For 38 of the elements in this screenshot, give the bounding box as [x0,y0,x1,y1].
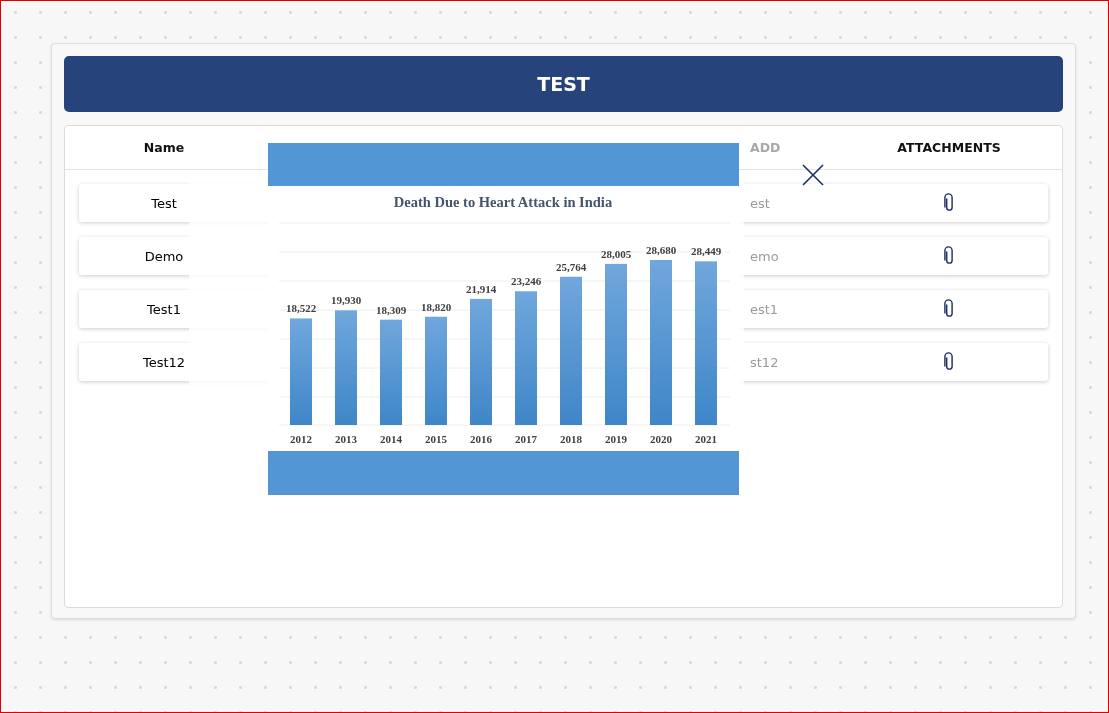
axis-label: 2013 [335,433,357,445]
column-header: Name [143,140,185,155]
column-header: ATTACHMENTS [897,140,1001,155]
data-label: 18,820 [420,300,452,313]
data-label: 28,680 [645,244,677,256]
data-label: 21,914 [465,282,497,295]
data-label: 18,309 [375,303,407,316]
paperclip-icon[interactable] [943,245,955,267]
add-cell-text: est [749,195,770,211]
axis-label: 2021 [695,433,717,445]
axis-label: 2020 [650,433,672,445]
axis-label: 2017 [515,433,537,445]
data-label: 25,764 [555,260,587,273]
axis-label: 2012 [290,433,312,445]
data-label: 28,005 [600,247,632,260]
column-header: ADD [749,140,781,155]
add-cell-text: st12 [749,354,779,370]
axis-label: 2014 [380,433,402,445]
title-bar: TEST [64,56,1063,112]
data-label: 23,246 [510,275,542,288]
name-cell: Test [151,195,177,211]
data-label: 18,522 [285,302,317,315]
name-cell: Test1 [147,301,181,317]
axis-label: 2018 [560,433,582,445]
data-label: 28,449 [690,245,722,258]
axis-label: 2015 [425,433,447,445]
close-icon[interactable] [802,164,824,186]
paperclip-icon[interactable] [943,351,955,373]
add-cell-text: emo [749,248,779,264]
add-cell-text: est1 [749,301,779,317]
data-label: 19,930 [330,294,362,307]
axis-label: 2019 [605,433,627,445]
name-cell: Test12 [142,354,186,370]
paperclip-icon[interactable] [943,192,955,214]
axis-label: 2016 [470,433,492,445]
chart-title: Death Due to Heart Attack in India [393,194,613,210]
name-cell: Demo [144,248,184,264]
paperclip-icon[interactable] [943,298,955,320]
